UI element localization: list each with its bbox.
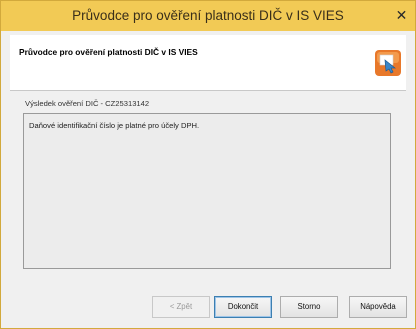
result-text: Daňové identifikační číslo je platné pro… (29, 121, 200, 130)
finish-button[interactable]: Dokončit (214, 296, 272, 318)
window-title: Průvodce pro ověření platnosti DIČ v IS … (72, 8, 344, 23)
result-label: Výsledek ověření DIČ - CZ25313142 (25, 99, 150, 108)
result-text-box[interactable]: Daňové identifikační číslo je platné pro… (23, 113, 391, 269)
wizard-header: Průvodce pro ověření platnosti DIČ v IS … (10, 35, 406, 91)
button-bar: < Zpět Dokončit Storno Nápověda (1, 296, 415, 320)
help-button[interactable]: Nápověda (349, 296, 407, 318)
wizard-arrow-icon (375, 50, 401, 76)
back-button[interactable]: < Zpět (152, 296, 210, 318)
wizard-header-title: Průvodce pro ověření platnosti DIČ v IS … (19, 47, 198, 57)
wizard-window: Průvodce pro ověření platnosti DIČ v IS … (0, 0, 416, 329)
close-icon[interactable]: ✕ (393, 7, 410, 23)
title-bar[interactable]: Průvodce pro ověření platnosti DIČ v IS … (1, 1, 415, 31)
cancel-button[interactable]: Storno (280, 296, 338, 318)
